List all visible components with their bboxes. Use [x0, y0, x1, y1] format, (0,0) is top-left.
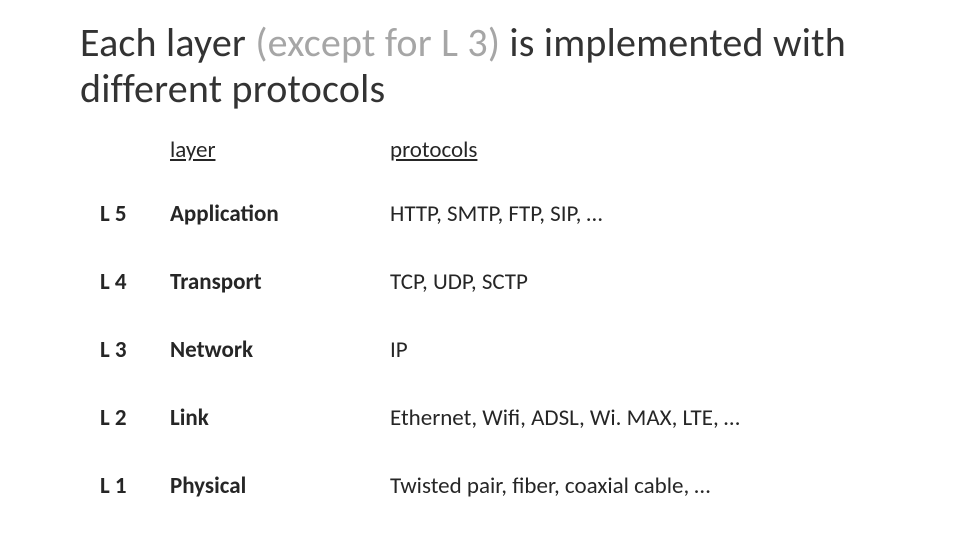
layer-table: layer protocols L 5 Application HTTP, SM… — [100, 136, 880, 500]
level-label: L 4 — [100, 268, 170, 296]
table-row: L 2 Link Ethernet, Wifi, ADSL, Wi. MAX, … — [100, 364, 880, 432]
header-protocols: protocols — [390, 136, 880, 164]
level-label: L 1 — [100, 472, 170, 500]
protocols-cell: Ethernet, Wifi, ADSL, Wi. MAX, LTE, … — [390, 404, 880, 432]
table-row: L 1 Physical Twisted pair, fiber, coaxia… — [100, 432, 880, 500]
table-row: L 4 Transport TCP, UDP, SCTP — [100, 228, 880, 296]
slide-title: Each layer (except for L 3) is implement… — [80, 20, 880, 112]
layer-name: Physical — [170, 472, 390, 500]
level-label: L 5 — [100, 200, 170, 228]
layer-name: Network — [170, 336, 390, 364]
protocols-cell: Twisted pair, fiber, coaxial cable, … — [390, 472, 880, 500]
protocols-cell: IP — [390, 336, 880, 364]
table-header-row: layer protocols — [100, 136, 880, 164]
table-row: L 5 Application HTTP, SMTP, FTP, SIP, … — [100, 160, 880, 228]
slide: Each layer (except for L 3) is implement… — [0, 0, 960, 500]
title-part1: Each layer — [80, 18, 255, 67]
level-label: L 2 — [100, 404, 170, 432]
protocols-cell: TCP, UDP, SCTP — [390, 268, 880, 296]
protocols-cell: HTTP, SMTP, FTP, SIP, … — [390, 200, 880, 228]
table-row: L 3 Network IP — [100, 296, 880, 364]
layer-name: Link — [170, 404, 390, 432]
layer-name: Application — [170, 200, 390, 228]
layer-name: Transport — [170, 268, 390, 296]
level-label: L 3 — [100, 336, 170, 364]
header-layer: layer — [170, 136, 390, 164]
title-gray: (except for L 3) — [255, 18, 500, 67]
